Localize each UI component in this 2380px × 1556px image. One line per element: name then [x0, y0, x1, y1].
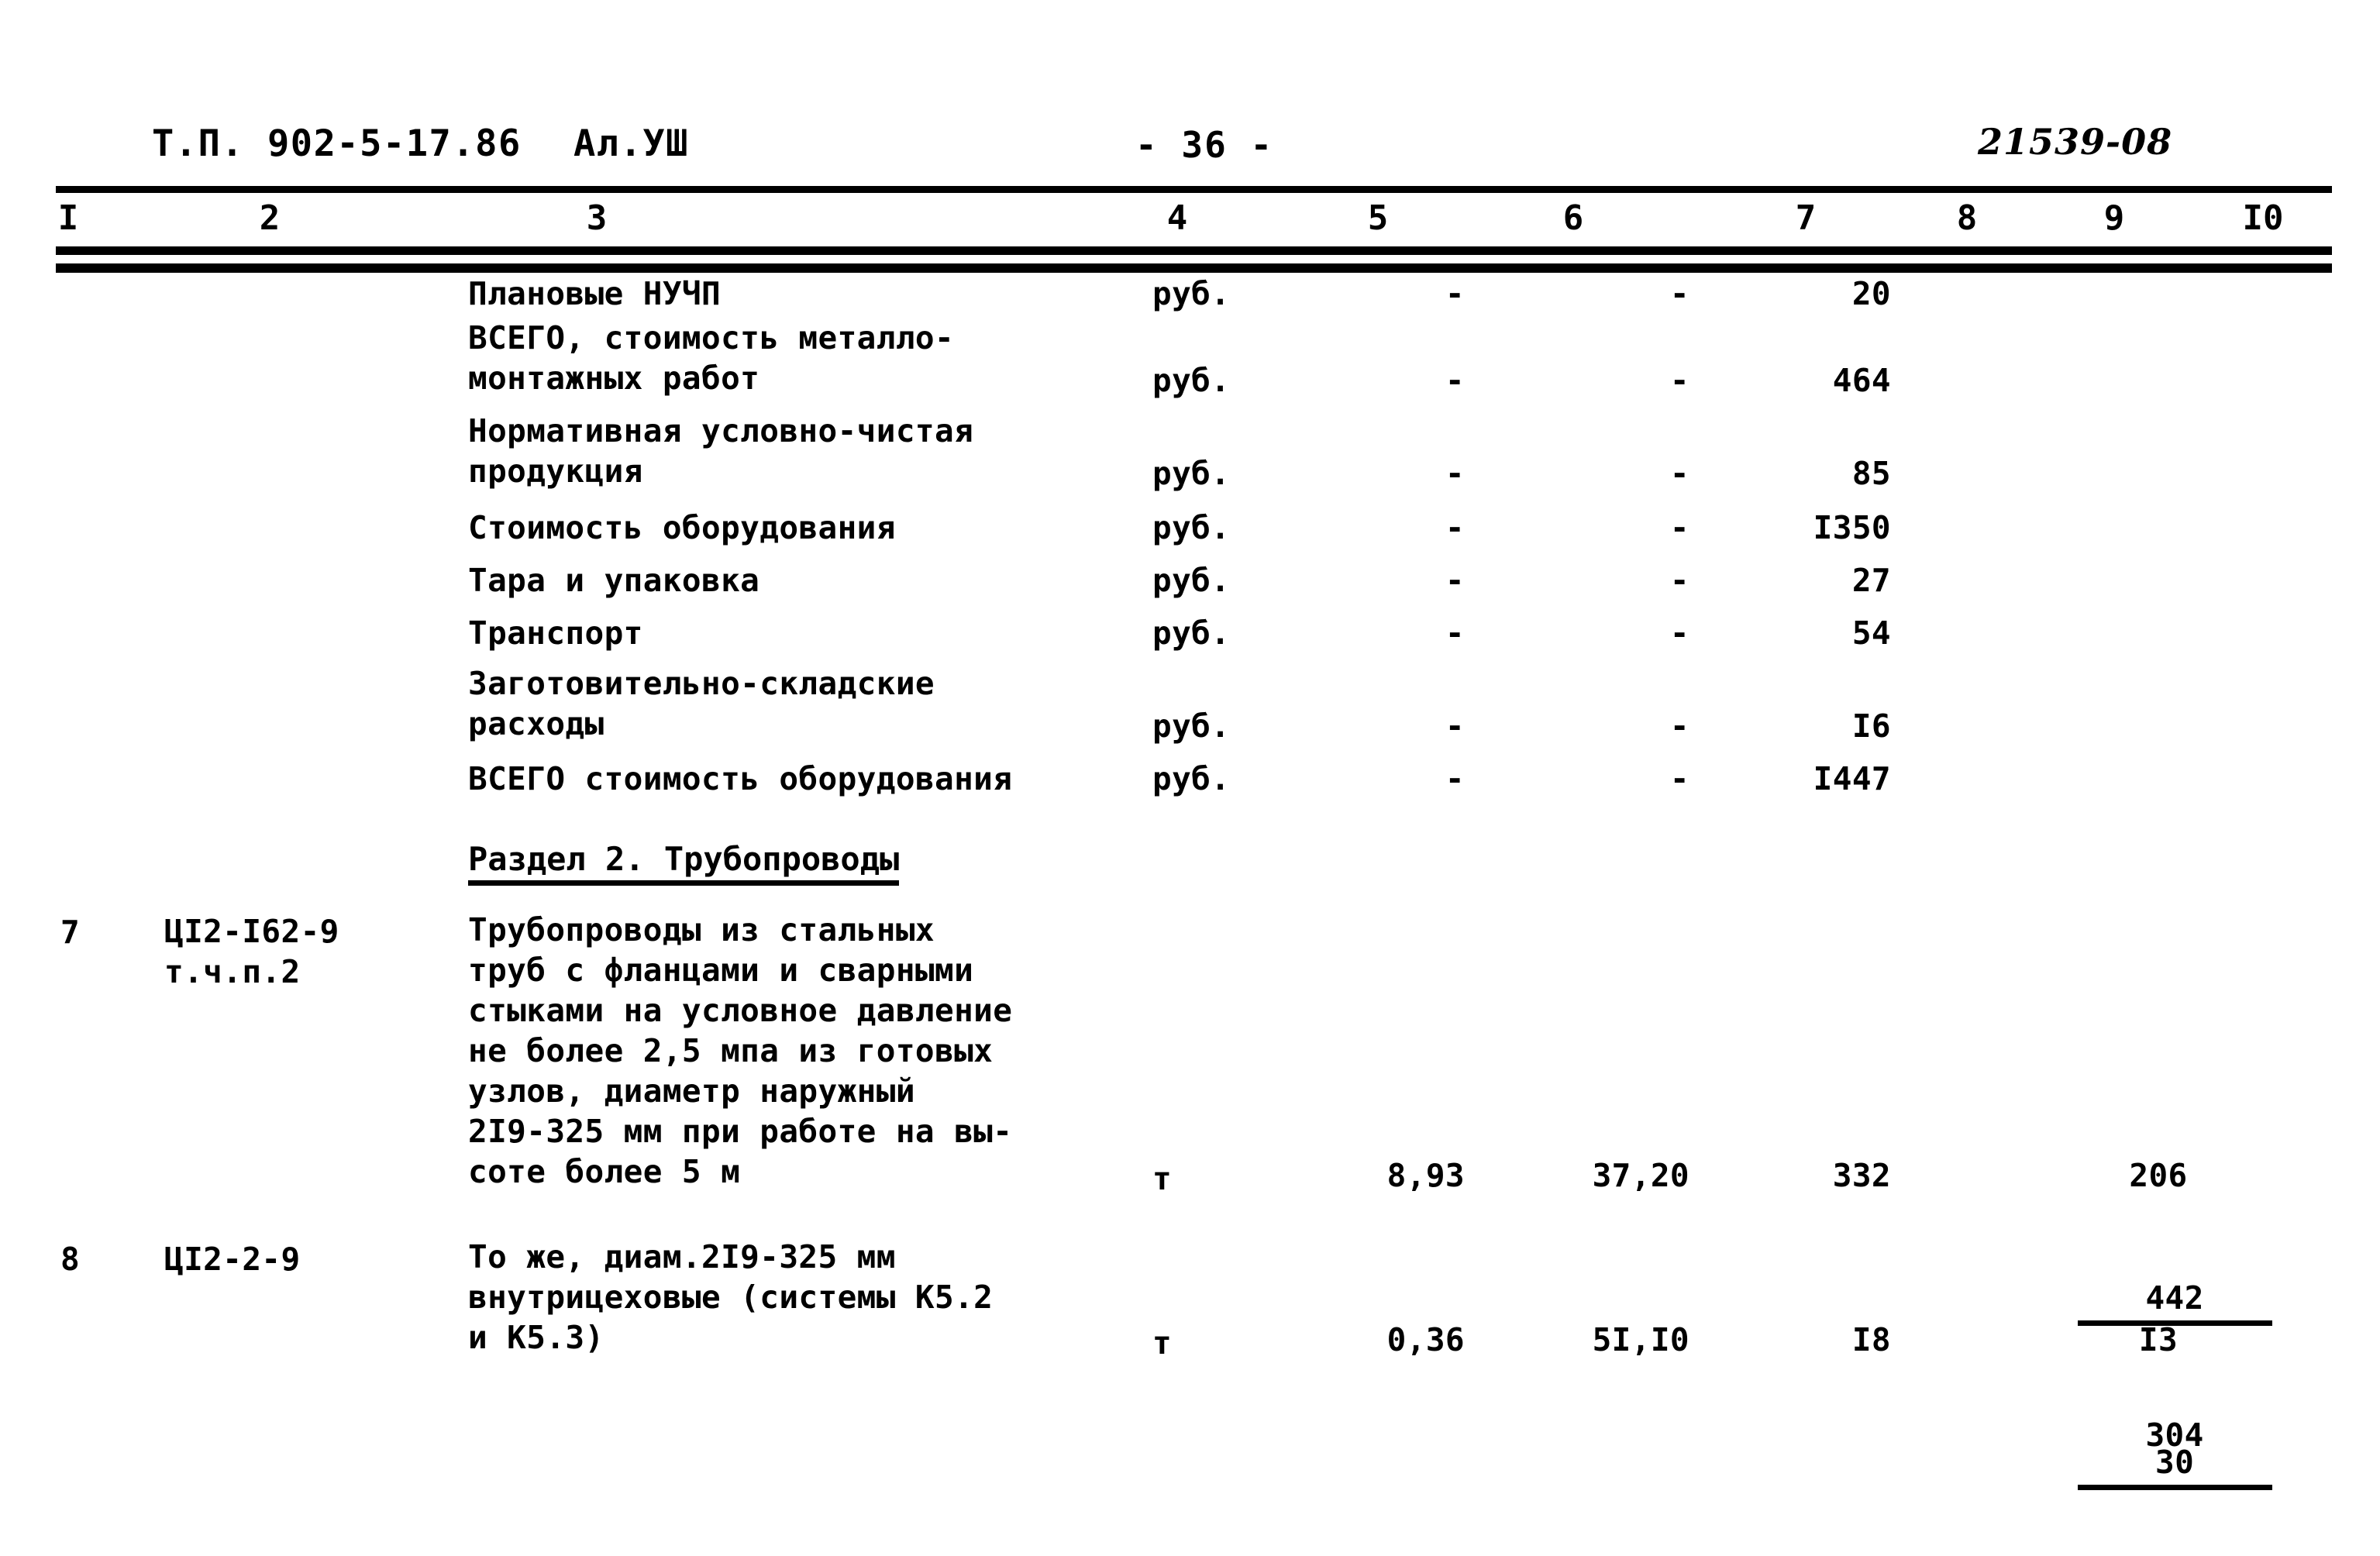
row-unit: т	[1152, 1324, 1173, 1362]
album-label: Ал.УШ	[573, 122, 689, 165]
row-sum: I447	[1813, 760, 1891, 797]
table-row: Стоимость оборудования руб. - - I350	[0, 507, 2380, 559]
row-unit: руб.	[1152, 455, 1231, 492]
page-header: Т.П. 902-5-17.86 Ал.УШ - 36 - 21539-08	[0, 121, 2380, 178]
row-unit: т	[1152, 1160, 1173, 1197]
column-number-5: 5	[1367, 198, 1389, 238]
section-heading-row: Раздел 2. Трубопроводы	[0, 812, 2380, 905]
row-sum: I8	[1851, 1321, 1891, 1358]
column-number-7: 7	[1795, 198, 1817, 238]
row-unit: руб.	[1152, 562, 1231, 599]
row-description: Тара и упаковка	[468, 562, 760, 599]
table-rule-top	[56, 186, 2332, 193]
row-description: То же, диам.2I9-325 мм внутрицеховые (си…	[468, 1238, 994, 1356]
row-price: 37,20	[1592, 1157, 1689, 1194]
row-sum: 20	[1851, 275, 1891, 312]
row-quantity: -	[1445, 275, 1465, 312]
table-row: ВСЕГО, стоимость металло- монтажных рабо…	[0, 319, 2380, 414]
row-sum: 332	[1832, 1157, 1891, 1194]
document-page: Т.П. 902-5-17.86 Ал.УШ - 36 - 21539-08 I…	[0, 0, 2380, 1556]
row-unit: руб.	[1152, 275, 1231, 312]
row-price: -	[1669, 275, 1689, 312]
column-number-4: 4	[1166, 198, 1188, 238]
row-sum: I350	[1813, 509, 1891, 546]
column-number-1: I	[57, 198, 79, 238]
archive-code: 21539-08	[1978, 121, 2173, 163]
row-sum: 54	[1851, 614, 1891, 652]
row-description: Заготовительно-складские расходы	[468, 665, 935, 742]
row-machine-cost: 206	[2129, 1157, 2188, 1194]
row-quantity: -	[1445, 509, 1465, 546]
table-row: Заготовительно-складские расходы руб. - …	[0, 665, 2380, 758]
column-number-row: I 2 3 4 5 6 7 8 9 I0	[0, 198, 2380, 246]
row-wage-fraction: 30 I7	[1922, 1316, 2272, 1556]
table-row: Плановые НУЧП руб. - - 20	[0, 273, 2380, 322]
section-heading: Раздел 2. Трубопроводы	[468, 840, 900, 886]
row-quantity: -	[1445, 707, 1465, 745]
row-quantity: -	[1445, 455, 1465, 492]
row-price: 5I,I0	[1592, 1321, 1689, 1358]
column-number-3: 3	[586, 198, 608, 238]
document-number: Т.П. 902-5-17.86	[152, 122, 522, 165]
row-sum: I6	[1851, 707, 1891, 745]
row-position: 8	[60, 1241, 81, 1278]
row-code: ЦI2-2-9	[164, 1241, 301, 1278]
table-row: Тара и упаковка руб. - - 27	[0, 559, 2380, 612]
row-unit: руб.	[1152, 707, 1231, 745]
table-row: Транспорт руб. - - 54	[0, 612, 2380, 665]
row-price: -	[1669, 362, 1689, 399]
row-description: ВСЕГО стоимость оборудования	[468, 760, 1013, 797]
table-body: Плановые НУЧП руб. - - 20 ВСЕГО, стоимос…	[0, 273, 2380, 1490]
row-price: -	[1669, 614, 1689, 652]
table-row: 7 ЦI2-I62-9 т.ч.п.2 Трубопроводы из стал…	[0, 905, 2380, 1454]
row-unit: руб.	[1152, 614, 1231, 652]
page-number: - 36 -	[1135, 124, 1274, 166]
row-price: -	[1669, 760, 1689, 797]
table-rule-bottom	[56, 263, 2332, 273]
row-unit: руб.	[1152, 362, 1231, 399]
row-code: ЦI2-I62-9 т.ч.п.2	[164, 913, 339, 990]
row-quantity: 0,36	[1386, 1321, 1465, 1358]
row-description: Нормативная условно-чистая продукция	[468, 412, 974, 490]
row-position: 7	[60, 914, 81, 951]
table-row: 8 ЦI2-2-9 То же, диам.2I9-325 мм внутриц…	[0, 1231, 2380, 1490]
table-row: ВСЕГО стоимость оборудования руб. - - I4…	[0, 758, 2380, 812]
table-row: Нормативная условно-чистая продукция руб…	[0, 412, 2380, 507]
row-price: -	[1669, 562, 1689, 599]
row-description: Транспорт	[468, 614, 643, 652]
row-price: -	[1669, 707, 1689, 745]
row-price: -	[1669, 509, 1689, 546]
row-quantity: -	[1445, 562, 1465, 599]
row-quantity: -	[1445, 614, 1465, 652]
column-number-2: 2	[259, 198, 281, 238]
row-sum: 464	[1832, 362, 1891, 399]
row-quantity: 8,93	[1386, 1157, 1465, 1194]
column-number-8: 8	[1956, 198, 1978, 238]
row-quantity: -	[1445, 362, 1465, 399]
column-number-9: 9	[2103, 198, 2125, 238]
row-extra-fraction: 4 2	[2240, 1316, 2356, 1556]
table-rule-middle	[56, 246, 2332, 255]
row-price: -	[1669, 455, 1689, 492]
row-unit: руб.	[1152, 760, 1231, 797]
row-description: Плановые НУЧП	[468, 275, 722, 312]
row-unit: руб.	[1152, 509, 1231, 546]
row-sum: 27	[1851, 562, 1891, 599]
column-number-10: I0	[2242, 198, 2284, 238]
row-quantity: -	[1445, 760, 1465, 797]
row-machine-cost: I3	[2138, 1321, 2179, 1358]
column-number-6: 6	[1562, 198, 1584, 238]
row-sum: 85	[1851, 455, 1891, 492]
row-description: ВСЕГО, стоимость металло- монтажных рабо…	[468, 319, 955, 397]
row-description: Трубопроводы из стальных труб с фланцами…	[468, 911, 1013, 1190]
row-description: Стоимость оборудования	[468, 509, 896, 546]
